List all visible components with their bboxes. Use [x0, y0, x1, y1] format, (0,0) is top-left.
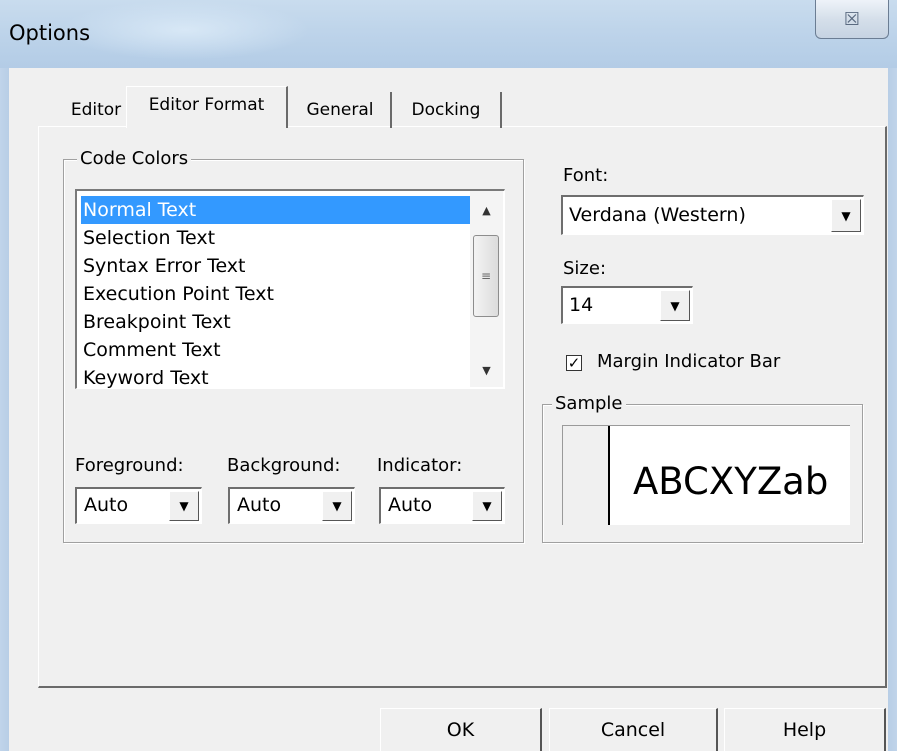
list-item[interactable]: Syntax Error Text	[83, 252, 246, 280]
foreground-select[interactable]: Auto ▼	[75, 487, 202, 524]
grip-icon: ≡	[480, 269, 492, 283]
scroll-down-icon[interactable]: ▼	[470, 355, 503, 385]
titlebar-glass	[60, 0, 310, 60]
scroll-thumb[interactable]: ≡	[473, 235, 499, 317]
chevron-down-icon[interactable]: ▼	[660, 290, 690, 321]
tab-label: Docking	[411, 100, 481, 120]
list-item[interactable]: Selection Text	[83, 224, 215, 252]
list-item[interactable]: Comment Text	[83, 336, 221, 364]
window-frame-right	[888, 68, 897, 751]
indicator-select[interactable]: Auto ▼	[379, 487, 505, 524]
cancel-button[interactable]: Cancel	[549, 708, 718, 751]
size-select[interactable]: 14 ▼	[561, 286, 693, 324]
tab-editor[interactable]: Editor	[66, 92, 126, 128]
chevron-down-icon[interactable]: ▼	[472, 491, 502, 521]
sample-margin-bar	[563, 426, 610, 525]
background-value: Auto	[237, 494, 282, 516]
chevron-down-icon[interactable]: ▼	[322, 491, 352, 521]
list-item[interactable]: Normal Text	[81, 196, 475, 224]
help-button[interactable]: Help	[724, 708, 886, 751]
background-label: Background:	[227, 455, 341, 476]
chevron-down-icon[interactable]: ▼	[169, 491, 199, 521]
chevron-down-icon[interactable]: ▼	[831, 199, 861, 232]
font-select[interactable]: Verdana (Western) ▼	[561, 195, 864, 235]
foreground-label: Foreground:	[75, 455, 184, 476]
background-select[interactable]: Auto ▼	[228, 487, 355, 524]
list-item[interactable]: Execution Point Text	[83, 280, 274, 308]
size-label: Size:	[563, 258, 607, 279]
font-value: Verdana (Western)	[569, 204, 746, 226]
code-colors-list[interactable]: Normal Text Selection Text Syntax Error …	[75, 189, 505, 389]
list-scrollbar[interactable]: ▲ ≡ ▼	[470, 191, 503, 387]
window-frame-left	[0, 68, 9, 751]
scroll-up-icon[interactable]: ▲	[470, 195, 503, 225]
list-item[interactable]: Breakpoint Text	[83, 308, 231, 336]
tab-label: General	[306, 100, 374, 120]
ok-label: OK	[446, 719, 475, 741]
font-label: Font:	[563, 165, 609, 186]
cancel-label: Cancel	[600, 719, 666, 741]
sample-legend: Sample	[552, 393, 626, 414]
indicator-label: Indicator:	[377, 455, 463, 476]
code-colors-legend: Code Colors	[77, 148, 192, 169]
size-value: 14	[569, 294, 594, 316]
close-button[interactable]: ☒	[815, 0, 889, 39]
tab-general[interactable]: General	[290, 92, 392, 128]
indicator-value: Auto	[388, 494, 433, 516]
ok-button[interactable]: OK	[380, 708, 542, 751]
help-label: Help	[782, 719, 827, 741]
tab-editor-format[interactable]: Editor Format	[126, 86, 288, 128]
close-icon: ☒	[843, 8, 861, 30]
tab-docking[interactable]: Docking	[392, 92, 502, 128]
tab-label: Editor Format	[148, 95, 265, 115]
sample-text: ABCXYZab	[633, 460, 829, 503]
list-item[interactable]: Keyword Text	[83, 364, 209, 388]
title-bar[interactable]: Options ☒	[0, 0, 897, 68]
foreground-value: Auto	[84, 494, 129, 516]
window-title: Options	[9, 21, 91, 45]
margin-indicator-label[interactable]: Margin Indicator Bar	[597, 351, 780, 372]
tab-label: Editor	[70, 100, 122, 120]
margin-indicator-checkbox[interactable]: ✓	[566, 355, 582, 371]
